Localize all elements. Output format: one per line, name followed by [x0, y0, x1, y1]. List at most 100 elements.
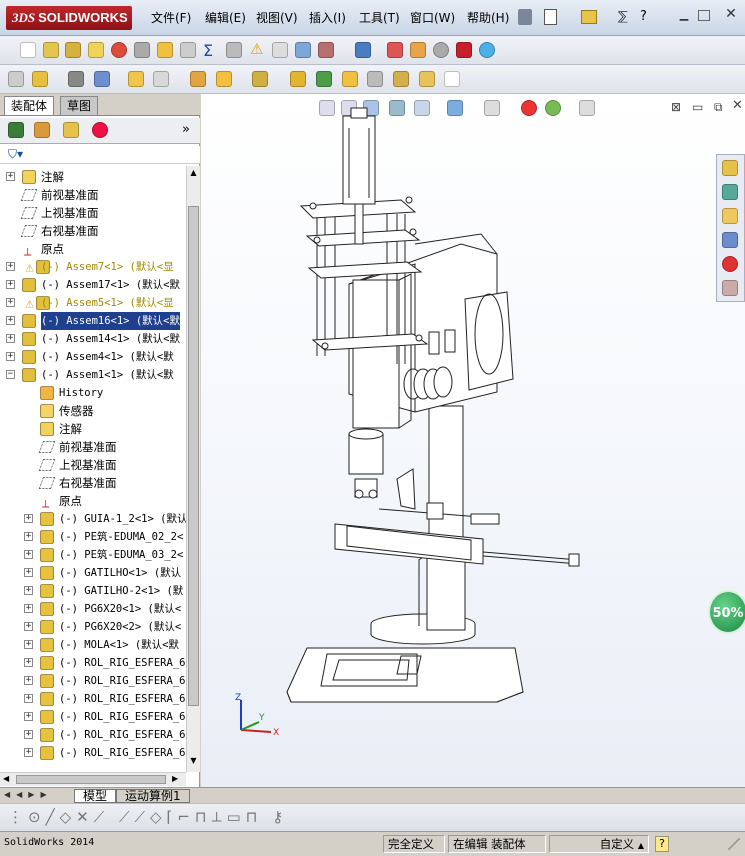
expand-icon[interactable]: +: [24, 658, 33, 667]
rebuild-options-icon[interactable]: ⅀: [618, 9, 628, 23]
tree-item[interactable]: + (-) MOLA<1> (默认<默: [0, 636, 186, 654]
expand-icon[interactable]: +: [24, 586, 33, 595]
scroll-right-icon[interactable]: ▶: [172, 774, 178, 783]
expand-icon[interactable]: +: [24, 622, 33, 631]
expand-icon[interactable]: +: [6, 280, 15, 289]
menu-window[interactable]: 窗口(W): [410, 9, 455, 26]
tab-motion-study[interactable]: 运动算例1: [116, 789, 190, 803]
expand-icon[interactable]: +: [24, 532, 33, 541]
tree-item[interactable]: + (-) PG6X20<2> (默认<: [0, 618, 186, 636]
show-hidden-icon[interactable]: [157, 42, 173, 58]
menu-insert[interactable]: 插入(I): [309, 9, 346, 26]
tree-item[interactable]: + 注解: [0, 168, 186, 186]
expand-icon[interactable]: +: [24, 676, 33, 685]
snapshot-icon[interactable]: [393, 71, 409, 87]
tree-horizontal-scrollbar[interactable]: ◀ ▶: [0, 772, 186, 786]
mirror-icon[interactable]: [153, 71, 169, 87]
speedpak-icon[interactable]: [367, 71, 383, 87]
expand-icon[interactable]: +: [6, 316, 15, 325]
assembly-features-icon[interactable]: [180, 42, 196, 58]
menu-tools[interactable]: 工具(T): [359, 9, 400, 26]
pattern-icon[interactable]: [128, 71, 144, 87]
tree-item[interactable]: + (-) ROL_RIG_ESFERA_63: [0, 708, 186, 726]
tree-item[interactable]: + (-) ROL_RIG_ESFERA_63: [0, 654, 186, 672]
tree-item[interactable]: + (-) PG6X20<1> (默认<: [0, 600, 186, 618]
mate-icon[interactable]: [65, 42, 81, 58]
tree-item[interactable]: + (-) GUIA-1_2<1> (默认: [0, 510, 186, 528]
units-selector[interactable]: 自定义 ▲: [549, 835, 649, 853]
tree-item[interactable]: 右视基准面: [0, 474, 186, 492]
home-icon[interactable]: [722, 160, 738, 176]
new-part-icon[interactable]: [32, 71, 48, 87]
tree-item[interactable]: + (-) ROL_RIG_ESFERA_63: [0, 690, 186, 708]
scroll-down-icon[interactable]: ▼: [188, 756, 199, 769]
component-icon[interactable]: [8, 71, 24, 87]
expand-icon[interactable]: +: [24, 514, 33, 523]
linear-pattern-icon[interactable]: [88, 42, 104, 58]
spell-check-icon[interactable]: [20, 42, 36, 58]
explode-line-icon[interactable]: [252, 71, 268, 87]
warning-triangle-icon[interactable]: ⚠: [250, 40, 263, 58]
tree-item[interactable]: 前视基准面: [0, 438, 186, 456]
expand-icon[interactable]: +: [24, 550, 33, 559]
physical-dynamics-icon[interactable]: [410, 42, 426, 58]
scroll-left-icon[interactable]: ◀: [3, 774, 9, 783]
tree-item[interactable]: 注解: [0, 420, 186, 438]
instant3d-icon[interactable]: [387, 42, 403, 58]
help-status-icon[interactable]: ?: [655, 836, 669, 852]
open-folder-icon[interactable]: [581, 10, 597, 24]
check-icon[interactable]: [433, 42, 449, 58]
menu-edit[interactable]: 编辑(E): [205, 9, 246, 26]
tree-item[interactable]: ⟂ 原点: [0, 492, 186, 510]
expand-icon[interactable]: +: [6, 262, 15, 271]
expand-icon[interactable]: +: [6, 298, 15, 307]
mate-references-icon[interactable]: [94, 71, 110, 87]
tree-item[interactable]: + (-) Assem4<1> (默认<默: [0, 348, 186, 366]
expand-icon[interactable]: +: [24, 568, 33, 577]
tree-item[interactable]: 右视基准面: [0, 222, 186, 240]
expand-icon[interactable]: +: [6, 172, 15, 181]
tab-sketch[interactable]: 草图: [60, 96, 99, 115]
hole-alignment-icon[interactable]: [355, 42, 371, 58]
expand-icon[interactable]: +: [24, 604, 33, 613]
minimize-icon[interactable]: ▁: [676, 8, 692, 22]
help-icon[interactable]: ?: [640, 9, 647, 24]
close-icon[interactable]: ✕: [723, 7, 739, 22]
tree-item[interactable]: + ⚠ (-) Assem7<1> (默认<显: [0, 258, 186, 276]
tree-item[interactable]: + (-) Assem17<1> (默认<默: [0, 276, 186, 294]
expand-icon[interactable]: +: [24, 640, 33, 649]
tree-item[interactable]: + (-) GATILHO<1> (默认: [0, 564, 186, 582]
configuration-manager-icon[interactable]: [63, 122, 79, 138]
tree-item[interactable]: + (-) ROL_RIG_ESFERA_63: [0, 726, 186, 744]
insert-components-icon[interactable]: [43, 42, 59, 58]
tab-assembly[interactable]: 装配体: [4, 96, 55, 115]
reference-geometry-icon[interactable]: [226, 42, 242, 58]
file-explorer-icon[interactable]: [722, 208, 738, 224]
large-assembly-icon[interactable]: [342, 71, 358, 87]
tree-item[interactable]: + (-) GATILHO-2<1> (默: [0, 582, 186, 600]
move-icon[interactable]: [216, 71, 232, 87]
tree-item[interactable]: 上视基准面: [0, 204, 186, 222]
appearances-icon[interactable]: [722, 256, 738, 272]
clearance-icon[interactable]: [318, 42, 334, 58]
tree-item[interactable]: 上视基准面: [0, 456, 186, 474]
exploded-view-icon[interactable]: [272, 42, 288, 58]
tree-vertical-scrollbar[interactable]: ▲ ▼: [186, 166, 200, 772]
maximize-icon[interactable]: [698, 10, 710, 21]
tree-item[interactable]: ⟂ 原点: [0, 240, 186, 258]
resize-grip-icon[interactable]: [728, 838, 740, 850]
expand-icon[interactable]: +: [24, 694, 33, 703]
tree-item[interactable]: History: [0, 384, 186, 402]
scroll-up-icon[interactable]: ▲: [188, 168, 199, 181]
tree-item[interactable]: 传感器: [0, 402, 186, 420]
expand-icon[interactable]: +: [6, 334, 15, 343]
motion-study-icon[interactable]: [316, 71, 332, 87]
tree-item[interactable]: + (-) ROL_RIG_ESFERA_63: [0, 744, 186, 762]
tree-item[interactable]: + (-) ROL_RIG_ESFERA_63: [0, 672, 186, 690]
expand-icon[interactable]: +: [6, 352, 15, 361]
expand-icon[interactable]: +: [24, 748, 33, 757]
simplify-icon[interactable]: [419, 71, 435, 87]
tree-item[interactable]: + (-) Assem14<1> (默认<默: [0, 330, 186, 348]
interference-detection-icon[interactable]: [295, 42, 311, 58]
paperclip-icon[interactable]: [68, 71, 84, 87]
